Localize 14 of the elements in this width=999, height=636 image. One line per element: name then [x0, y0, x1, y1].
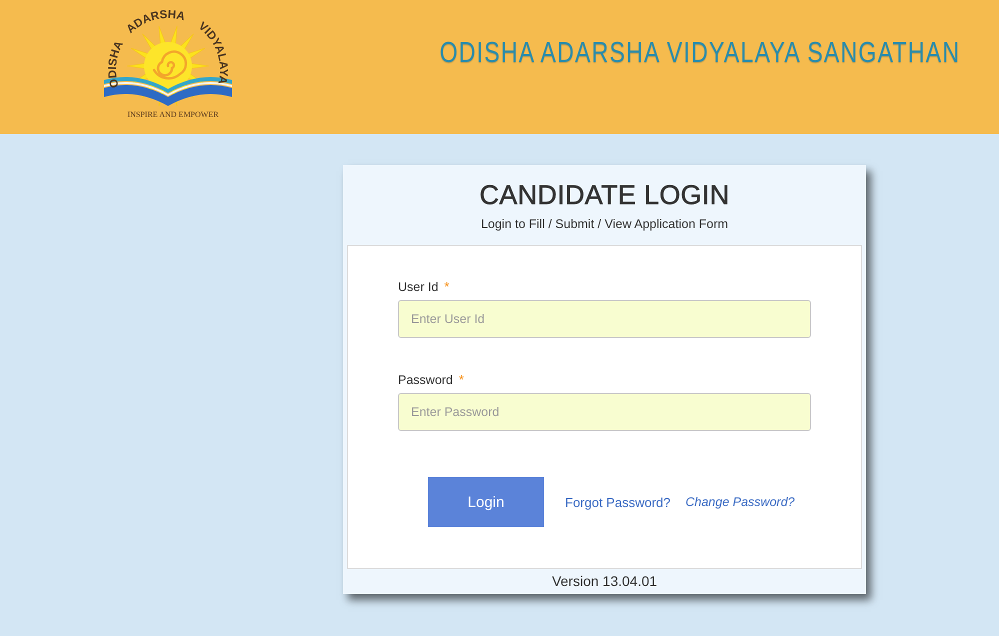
version-text: Version 13.04.01: [550, 572, 658, 591]
field-label: Password: [398, 372, 453, 389]
required-asterisk: *: [444, 278, 450, 296]
logo-tagline: INSPIRE AND EMPOWER: [127, 110, 219, 119]
required-asterisk: *: [458, 371, 464, 389]
login-subtitle: Login to Fill / Submit / View Application Form: [480, 216, 728, 232]
login-button[interactable]: Login: [428, 477, 544, 527]
login-title: CANDIDATE LOGIN: [479, 179, 730, 211]
user-id-field[interactable]: Enter User Id: [398, 300, 811, 338]
password-link[interactable]: Change Password?: [686, 495, 795, 509]
field-label: User Id: [398, 279, 438, 296]
password-link[interactable]: Forgot Password?: [565, 494, 670, 510]
site-title: ODISHA ADARSHA VIDYALAYA SANGATHAN: [439, 36, 960, 70]
password-field[interactable]: Enter Password: [398, 393, 811, 431]
